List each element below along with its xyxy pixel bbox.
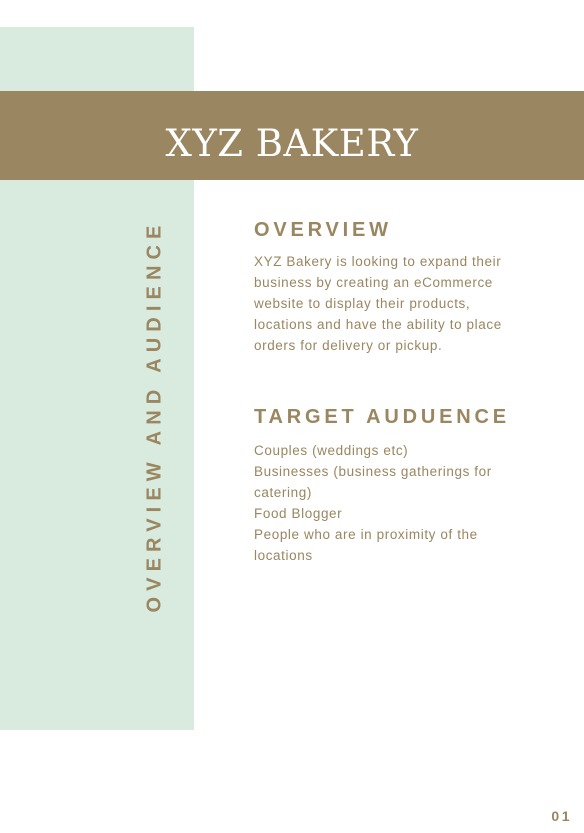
audience-item-businesses: Businesses (business gatherings for cate… xyxy=(254,464,492,500)
audience-item-proximity: People who are in proximity of the locat… xyxy=(254,527,478,563)
page-number: 01 xyxy=(551,808,572,824)
audience-item-food-blogger: Food Blogger xyxy=(254,506,343,521)
overview-heading: OVERVIEW xyxy=(254,219,392,241)
target-audience-heading: TARGET AUDUENCE xyxy=(254,406,510,428)
document-page: XYZ BAKERY OVERVIEW AND AUDIENCE OVERVIE… xyxy=(0,0,584,833)
audience-item-couples: Couples (weddings etc) xyxy=(254,443,409,458)
overview-text: XYZ Bakery is looking to expand their bu… xyxy=(254,254,502,353)
page-title: XYZ BAKERY xyxy=(165,122,419,165)
target-audience-list: Couples (weddings etc) Businesses (busin… xyxy=(254,440,526,566)
vertical-section-heading: OVERVIEW AND AUDIENCE xyxy=(143,219,166,613)
